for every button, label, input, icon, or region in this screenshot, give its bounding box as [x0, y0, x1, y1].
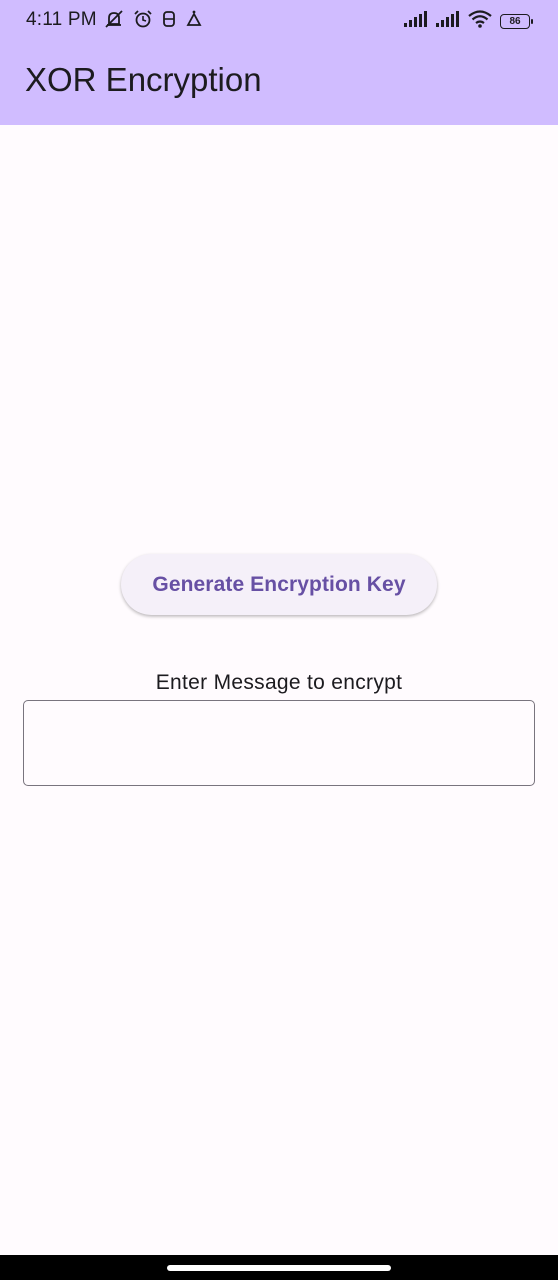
- message-input[interactable]: [23, 700, 535, 786]
- navigation-bar: [0, 1255, 558, 1280]
- alarm-icon: [133, 9, 153, 29]
- status-left-icons: [103, 9, 203, 29]
- signal-icon: [436, 11, 460, 32]
- home-indicator[interactable]: [167, 1265, 391, 1271]
- notification-icon: [185, 9, 203, 29]
- page-title: XOR Encryption: [25, 61, 262, 98]
- signal-icon: [404, 11, 428, 32]
- message-label: Enter Message to encrypt: [155, 671, 403, 694]
- generate-key-button[interactable]: Generate Encryption Key: [121, 554, 437, 615]
- status-bar: 4:11 PM 86: [0, 0, 558, 40]
- battery-level: 86: [509, 16, 521, 27]
- status-time: 4:11 PM: [26, 9, 97, 30]
- mute-icon: [103, 9, 125, 29]
- battery-icon: 86: [500, 14, 533, 29]
- sim-icon: [161, 9, 177, 29]
- app-screen: 4:11 PM 86 XOR Encryption Generate Encry…: [0, 0, 558, 1280]
- app-bar: 4:11 PM 86 XOR Encryption: [0, 0, 558, 125]
- status-right-icons: 86: [404, 10, 533, 33]
- wifi-icon: [468, 10, 492, 33]
